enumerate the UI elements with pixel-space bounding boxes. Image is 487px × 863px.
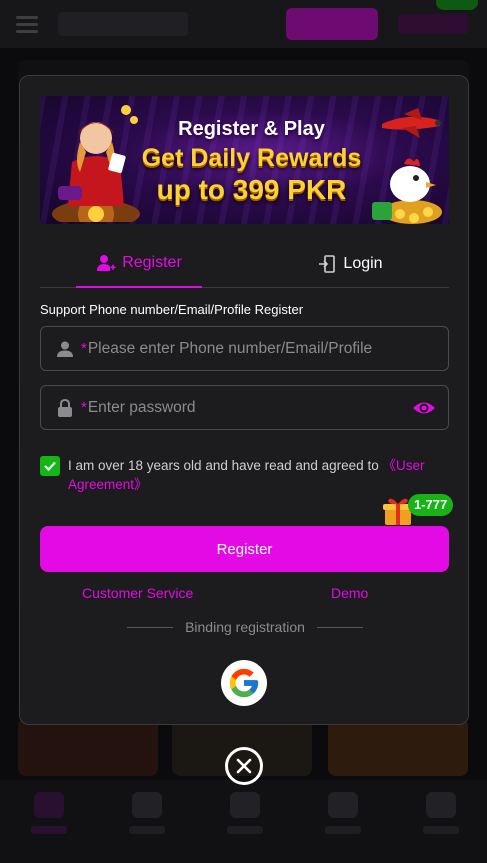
auth-tabs: Register Login: [40, 240, 449, 288]
lock-icon: [55, 398, 75, 418]
nav-icon: [230, 792, 260, 818]
phone-email-field: *: [40, 326, 449, 371]
divider-line: [316, 626, 363, 628]
checkmark-icon: [44, 461, 56, 472]
register-modal: Register & Play Get Daily Rewards up to …: [19, 75, 469, 725]
nav-label: [227, 826, 263, 834]
banner-headline: Register & Play: [178, 118, 325, 140]
background-register-button: [286, 8, 378, 40]
tab-login[interactable]: Login: [290, 240, 410, 288]
login-door-icon: [319, 255, 336, 273]
tab-login-label: Login: [343, 255, 383, 272]
background-badge: [436, 0, 478, 10]
close-icon: [236, 758, 252, 774]
bonus-badge: 1-777: [408, 494, 454, 516]
banner-subheadline: Get Daily Rewards: [141, 144, 362, 172]
close-modal-button[interactable]: [225, 747, 263, 785]
divider-line: [127, 626, 174, 628]
google-login-button[interactable]: [221, 660, 267, 706]
agreement-checkbox[interactable]: [40, 456, 60, 476]
nav-home-icon: [34, 792, 64, 818]
add-user-icon: [97, 255, 116, 271]
menu-icon: [16, 16, 38, 33]
background-game-tile: [328, 718, 468, 776]
nav-label: [325, 826, 361, 834]
tab-register[interactable]: Register: [76, 240, 202, 288]
register-support-text: Support Phone number/Email/Profile Regis…: [40, 302, 304, 317]
nav-icon: [328, 792, 358, 818]
customer-service-link[interactable]: Customer Service: [82, 585, 193, 601]
nav-label: [423, 826, 459, 834]
eye-icon[interactable]: [412, 397, 436, 419]
demo-link[interactable]: Demo: [331, 585, 368, 601]
promo-banner: Register & Play Get Daily Rewards up to …: [40, 96, 449, 224]
background-game-tile: [18, 718, 158, 776]
nav-icon: [426, 792, 456, 818]
nav-icon: [132, 792, 162, 818]
required-mark: *: [81, 399, 87, 416]
user-icon: [55, 339, 75, 359]
tab-register-label: Register: [122, 254, 182, 271]
password-field: *: [40, 385, 449, 430]
agreement-text-wrap: I am over 18 years old and have read and…: [40, 456, 452, 494]
nav-label: [129, 826, 165, 834]
register-button[interactable]: Register: [40, 526, 449, 572]
password-input[interactable]: [87, 398, 388, 417]
site-logo: [58, 12, 188, 36]
phone-email-input[interactable]: [87, 339, 388, 358]
nav-label: [31, 826, 67, 834]
background-login-link: [398, 14, 468, 34]
required-mark: *: [81, 340, 87, 357]
binding-divider: Binding registration: [20, 619, 470, 635]
agreement-row: I am over 18 years old and have read and…: [40, 456, 452, 494]
banner-amount: up to 399 PKR: [156, 174, 347, 205]
agreement-text: I am over 18 years old and have read and…: [68, 458, 383, 473]
google-icon: [229, 668, 259, 698]
binding-label: Binding registration: [185, 619, 305, 635]
